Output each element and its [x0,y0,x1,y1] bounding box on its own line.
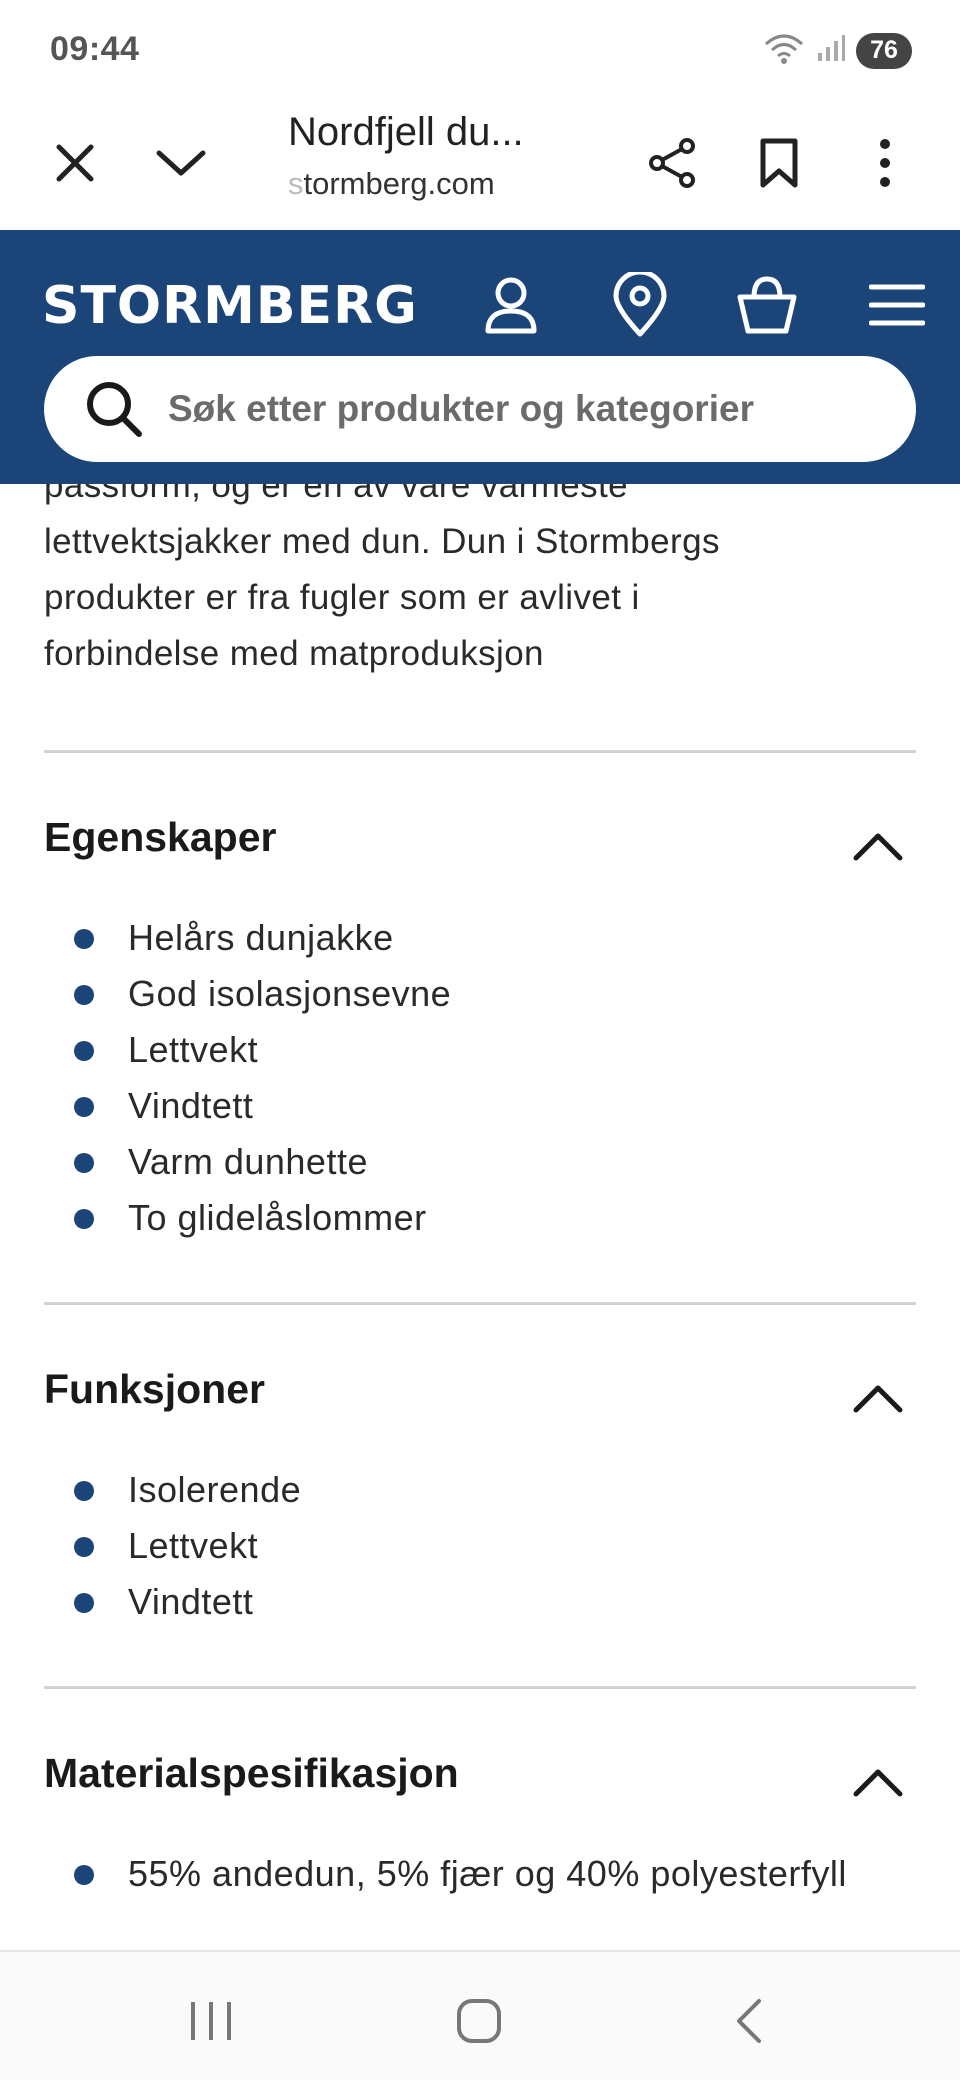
status-bar: 09:44 76 [0,0,960,92]
materialspesifikasjon-list: 55% andedun, 5% fjær og 40% polyesterfyl… [74,1846,847,1902]
url-prefix: s [288,166,304,201]
user-icon[interactable] [466,260,556,350]
status-time: 09:44 [50,30,140,68]
list-item: Lettvekt [74,1518,301,1574]
site-header: STORMBERG Søk etter produkter og kategor… [0,230,960,484]
chevron-up-icon[interactable] [850,1762,906,1802]
bookmark-icon[interactable] [734,118,824,208]
description-line: forbindelse med matproduksjon [44,634,544,673]
list-item: 55% andedun, 5% fjær og 40% polyesterfyl… [74,1846,847,1902]
more-vert-icon[interactable] [840,118,930,208]
battery-indicator: 76 [856,32,912,69]
description-line: produkter er fra fugler som er avlivet i [44,578,640,617]
egenskaper-list: Helårs dunjakke God isolasjonsevne Lettv… [74,910,451,1246]
stormberg-logo[interactable]: STORMBERG [42,266,418,346]
divider [44,1686,916,1689]
url-text: tormberg.com [303,166,495,201]
list-item: Vindtett [74,1574,301,1630]
list-item: Varm dunhette [74,1134,451,1190]
divider [44,750,916,753]
wifi-icon [762,30,806,71]
list-item: To glidelåslommer [74,1190,451,1246]
list-item: God isolasjonsevne [74,966,451,1022]
share-icon[interactable] [628,118,718,208]
chevron-up-icon[interactable] [850,1378,906,1418]
section-title-materialspesifikasjon[interactable]: Materialspesifikasjon [44,1750,459,1797]
list-item: Helårs dunjakke [74,910,451,966]
product-details: passform, og er en av våre varmeste lett… [0,484,960,1950]
section-title-egenskaper[interactable]: Egenskaper [44,814,276,861]
chevron-up-icon[interactable] [850,826,906,866]
list-item: Lettvekt [74,1022,451,1078]
status-icons: 76 [762,30,912,71]
list-item: Isolerende [74,1462,301,1518]
recent-apps-icon[interactable] [166,1976,256,2066]
signal-icon [816,33,846,68]
system-nav-bar [0,1950,960,2080]
search-bar[interactable]: Søk etter produkter og kategorier [44,356,916,462]
divider [44,1302,916,1305]
location-pin-icon[interactable] [595,260,685,350]
page-url: stormberg.com [288,166,495,202]
menu-icon[interactable] [852,260,942,350]
home-icon[interactable] [434,1976,524,2066]
search-icon [84,379,144,439]
list-item: Vindtett [74,1078,451,1134]
description-line: lettvektsjakker med dun. Dun i Stormberg… [44,522,720,561]
browser-toolbar: Nordfjell du... stormberg.com [0,92,960,230]
section-title-funksjoner[interactable]: Funksjoner [44,1366,265,1413]
product-description: passform, og er en av våre varmeste lett… [44,484,924,682]
chevron-down-icon[interactable] [136,118,226,208]
back-icon[interactable] [704,1976,794,2066]
close-icon[interactable] [30,118,120,208]
logo-text: STORMBERG [42,276,418,336]
description-line: passform, og er en av våre varmeste [44,484,628,505]
funksjoner-list: Isolerende Lettvekt Vindtett [74,1462,301,1630]
basket-icon[interactable] [722,260,812,350]
page-title: Nordfjell du... [288,110,524,154]
search-input[interactable]: Søk etter produkter og kategorier [168,388,754,430]
